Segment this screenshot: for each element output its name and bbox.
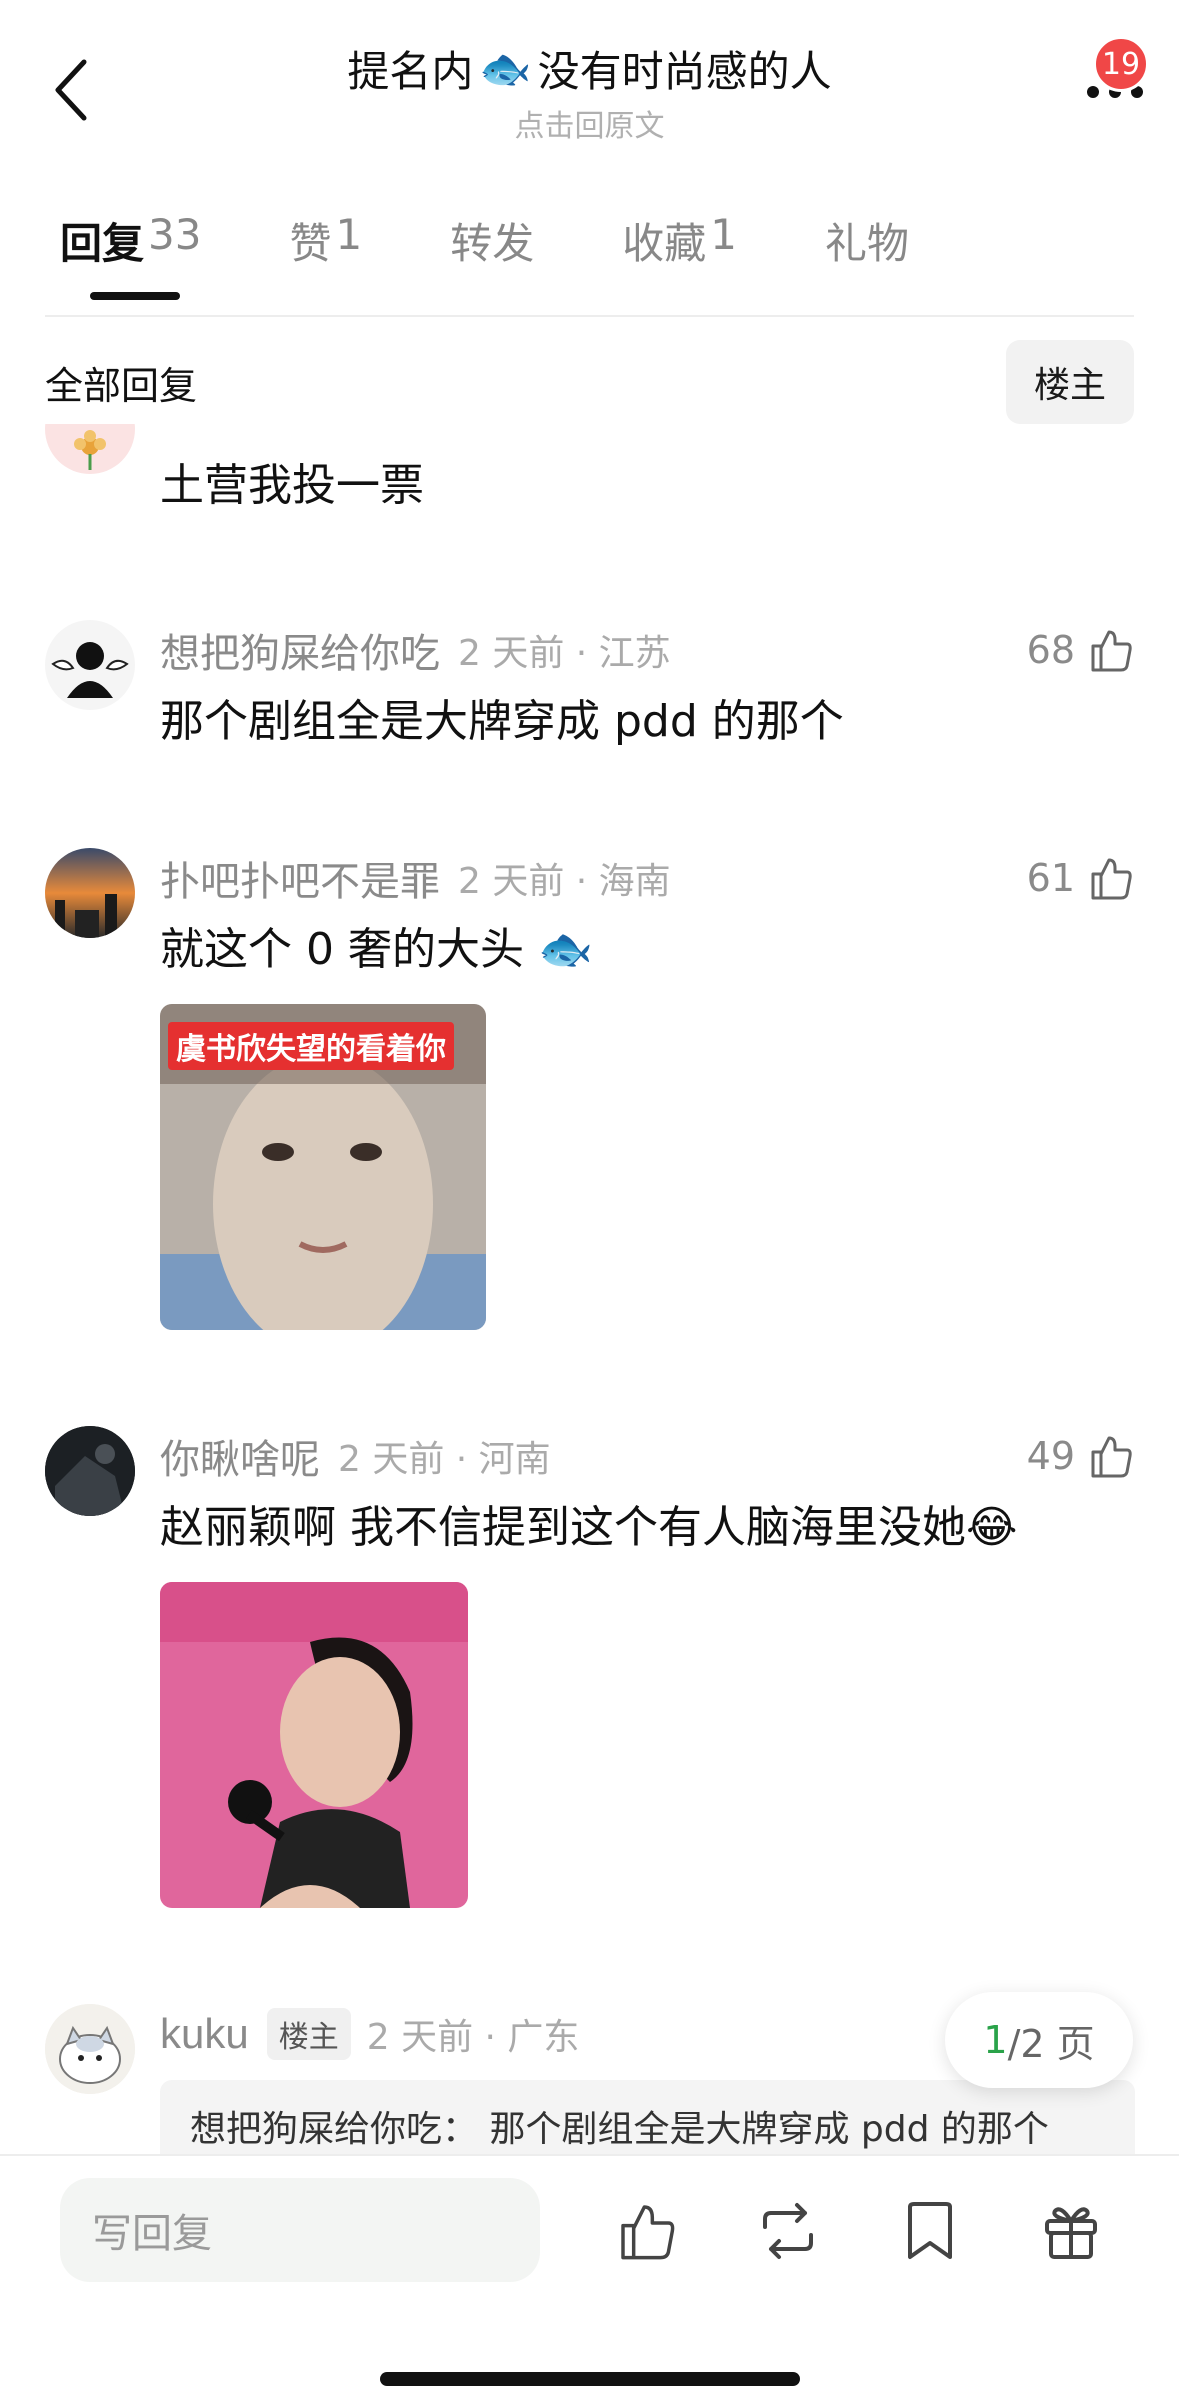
- current-page: 1: [983, 2018, 1008, 2062]
- avatar[interactable]: [45, 1426, 135, 1516]
- fish-emoji: 🐟: [479, 43, 532, 93]
- like-post-button[interactable]: [612, 2196, 682, 2266]
- username[interactable]: kuku: [160, 2010, 249, 2058]
- comment-meta: 你瞅啥呢 2 天前 · 河南: [160, 1426, 1135, 1486]
- all-replies-label[interactable]: 全部回复: [45, 355, 197, 410]
- username[interactable]: 你瞅啥呢: [160, 1427, 320, 1485]
- reply-input[interactable]: 写回复: [60, 2178, 540, 2282]
- avatar[interactable]: [45, 620, 135, 710]
- tab-label: 转发: [450, 219, 535, 268]
- comment-body: 想把狗屎给你吃 2 天前 · 江苏 68 那个剧组全是大牌穿成 pdd 的那个: [160, 620, 1135, 752]
- like-button[interactable]: 49: [1027, 1426, 1135, 1486]
- thumb-up-icon: [1091, 858, 1132, 900]
- image-caption: 虞书欣失望的看着你: [168, 1022, 454, 1070]
- avatar[interactable]: [45, 2004, 135, 2094]
- comment-image[interactable]: 虞书欣失望的看着你: [160, 1004, 486, 1330]
- comment-text: 就这个 0 奢的大头 🐟: [160, 920, 1135, 980]
- comment-text: 土营我投一票: [160, 460, 424, 511]
- like-button[interactable]: 68: [1027, 620, 1135, 680]
- header: 提名内 🐟 没有时尚感的人 点击回原文 19: [0, 0, 1179, 160]
- title-prefix: 提名内: [347, 47, 474, 96]
- tab-label: 赞: [289, 219, 332, 268]
- tab-bar: 回复 33 赞1 转发 收藏 1 礼物: [60, 210, 997, 310]
- timestamp-location: 2 天前 · 江苏: [458, 633, 671, 674]
- comment-text: 那个剧组全是大牌穿成 pdd 的那个: [160, 696, 844, 747]
- bottom-action-bar: 写回复: [0, 2154, 1179, 2405]
- comment-meta: 想把狗屎给你吃 2 天前 · 江苏: [160, 620, 1135, 680]
- tab-likes[interactable]: 赞1: [289, 210, 362, 300]
- thumb-up-icon: [1091, 630, 1132, 672]
- gift-icon: [1045, 2207, 1097, 2259]
- op-tag: 楼主: [266, 2008, 351, 2060]
- tab-favorites[interactable]: 收藏 1: [622, 210, 737, 300]
- notification-badge: 19: [1093, 36, 1149, 92]
- thumb-up-icon: [1091, 1436, 1132, 1478]
- comment-image[interactable]: [160, 1582, 468, 1908]
- tab-count: 1: [335, 210, 363, 259]
- page-title: 提名内 🐟 没有时尚感的人: [200, 38, 979, 99]
- divider: [45, 315, 1134, 317]
- tab-count: 1: [710, 210, 737, 259]
- active-tab-indicator: [90, 292, 180, 300]
- bookmark-icon: [908, 2202, 952, 2259]
- op-only-button[interactable]: 楼主: [1005, 340, 1134, 424]
- chevron-left-icon: [55, 59, 87, 121]
- timestamp-location: 2 天前 · 广东: [366, 2017, 580, 2058]
- like-button[interactable]: 61: [1027, 848, 1135, 908]
- tab-label: 回复: [60, 219, 145, 268]
- comment-body: 你瞅啥呢 2 天前 · 河南 49 赵丽颖啊 我不信提到这个有人脑海里没她😂: [160, 1426, 1135, 1908]
- username[interactable]: 想把狗屎给你吃: [160, 621, 440, 679]
- comment-item[interactable]: 你瞅啥呢 2 天前 · 河南 49 赵丽颖啊 我不信提到这个有人脑海里没她😂: [45, 1426, 1135, 1908]
- comment-text-body: 赵丽颖啊 我不信提到这个有人脑海里没她: [160, 1502, 966, 1553]
- page-indicator[interactable]: 1/2 页: [945, 1992, 1133, 2088]
- repost-button[interactable]: [753, 2196, 823, 2266]
- tab-count: 33: [148, 210, 202, 259]
- title-area[interactable]: 提名内 🐟 没有时尚感的人 点击回原文: [200, 38, 979, 145]
- thumb-up-icon: [621, 2205, 675, 2260]
- avatar[interactable]: [45, 424, 135, 474]
- total-pages: /2 页: [1007, 2021, 1095, 2066]
- tab-label: 收藏: [622, 219, 707, 268]
- comment-list: 土营我投一票 想把狗屎给你吃 2 天前 · 江苏 68 那个剧组全是大牌穿成 p…: [0, 424, 1179, 2154]
- comment-item[interactable]: 扑吧扑吧不是罪 2 天前 · 海南 61 就这个 0 奢的大头 🐟 虞书欣失望的…: [45, 848, 1135, 1330]
- tab-gifts[interactable]: 礼物: [825, 210, 909, 300]
- tab-reposts[interactable]: 转发: [450, 210, 534, 300]
- like-count: 68: [1026, 628, 1075, 672]
- fish-emoji: 🐟: [537, 924, 593, 975]
- repost-icon: [763, 2203, 813, 2259]
- timestamp-location: 2 天前 · 河南: [338, 1439, 551, 1480]
- back-to-original-link[interactable]: 点击回原文: [200, 101, 979, 145]
- tab-replies[interactable]: 回复 33: [60, 210, 201, 300]
- username[interactable]: 扑吧扑吧不是罪: [160, 849, 440, 907]
- comment-item[interactable]: 想把狗屎给你吃 2 天前 · 江苏 68 那个剧组全是大牌穿成 pdd 的那个: [45, 620, 1135, 750]
- filter-bar: 全部回复 楼主: [45, 340, 1134, 424]
- home-indicator[interactable]: [380, 2372, 800, 2386]
- tab-label: 礼物: [824, 219, 909, 268]
- comment-text-body: 就这个 0 奢的大头: [160, 924, 524, 975]
- comment-text: 赵丽颖啊 我不信提到这个有人脑海里没她😂: [160, 1498, 1135, 1558]
- quoted-reply[interactable]: 想把狗屎给你吃： 那个剧组全是大牌穿成 pdd 的那个: [160, 2080, 1135, 2154]
- like-count: 61: [1026, 856, 1075, 900]
- title-suffix: 没有时尚感的人: [537, 47, 832, 96]
- comment-body: 土营我投一票: [160, 444, 1135, 516]
- laughing-emoji: 😂: [966, 1502, 1018, 1553]
- like-count: 49: [1026, 1434, 1075, 1478]
- bookmark-button[interactable]: [895, 2196, 965, 2266]
- comment-item[interactable]: 土营我投一票: [45, 424, 1135, 534]
- timestamp-location: 2 天前 · 海南: [458, 861, 671, 902]
- comment-meta: 扑吧扑吧不是罪 2 天前 · 海南: [160, 848, 1135, 908]
- gift-button[interactable]: [1036, 2196, 1106, 2266]
- avatar[interactable]: [45, 848, 135, 938]
- comment-body: 扑吧扑吧不是罪 2 天前 · 海南 61 就这个 0 奢的大头 🐟 虞书欣失望的…: [160, 848, 1135, 1330]
- more-button[interactable]: 19: [1053, 36, 1149, 120]
- back-button[interactable]: [40, 50, 100, 130]
